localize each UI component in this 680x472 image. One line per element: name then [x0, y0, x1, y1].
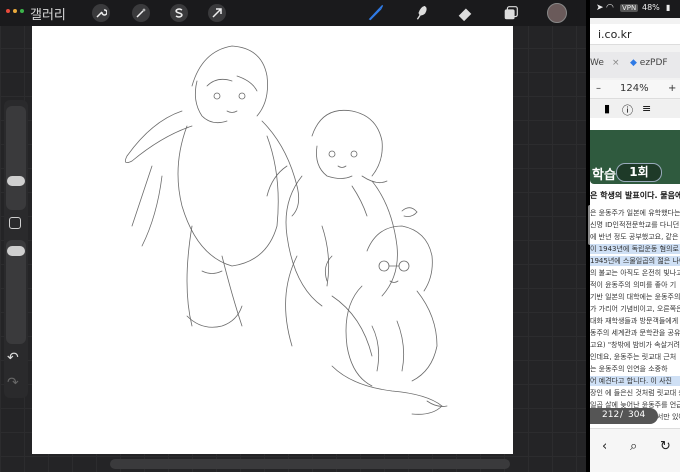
sketch-artwork: [124, 45, 448, 415]
refresh-icon[interactable]: ↻: [660, 439, 671, 454]
doc-line: 은 윤동주가 일본에 유학했다는: [590, 209, 680, 217]
text-icon[interactable]: ≡: [642, 102, 651, 115]
doc-line: 적이 윤동주의 의미를 좋아 기: [590, 281, 677, 289]
close-icon[interactable]: ×: [612, 58, 620, 72]
battery-icon: ▮: [666, 3, 671, 12]
zoom-out-button[interactable]: –: [596, 83, 601, 94]
doc-line: 인데요, 윤동주는 릿교대 근처: [590, 353, 677, 361]
wifi-icon: ◠: [606, 3, 614, 13]
lesson-badge: 1회: [616, 163, 662, 182]
opacity-knob[interactable]: [7, 246, 25, 256]
page-current: 212: [602, 410, 620, 420]
tab-we[interactable]: We: [590, 58, 604, 72]
drawing-canvas[interactable]: [32, 26, 513, 454]
redo-icon[interactable]: ↷: [7, 375, 19, 391]
opacity-slider[interactable]: [6, 240, 26, 344]
modify-button[interactable]: [9, 217, 21, 229]
dot-orange: [13, 9, 17, 13]
top-toolbar: 갤러리: [0, 0, 590, 26]
doc-line: 고요) "창밖에 밤비가 속살거려: [590, 341, 680, 349]
smudge-icon[interactable]: [410, 3, 432, 23]
bottom-navigation: ‹ ⌕ ↻: [590, 428, 680, 472]
tab-ezpdf[interactable]: ◆ ezPDF: [630, 58, 668, 72]
doc-line: 에 반년 정도 공부했고요, 같은: [590, 233, 679, 241]
eraser-icon[interactable]: [454, 3, 476, 23]
doc-line: 1945년에 스물일곱의 젊은 나이로 옥사: [590, 256, 680, 266]
search-icon[interactable]: ⌕: [630, 439, 637, 454]
zoom-in-button[interactable]: +: [668, 83, 676, 94]
multitasking-dots[interactable]: [6, 9, 24, 13]
doc-line: 가 가리어 기념비이고, 오른쪽은 교: [590, 305, 680, 313]
url-text: i.co.kr: [598, 28, 632, 41]
wrench-icon[interactable]: [92, 4, 110, 22]
browser-tabs: We × ◆ ezPDF: [590, 52, 680, 78]
book-icon[interactable]: ▮: [604, 102, 610, 115]
undo-icon[interactable]: ↶: [7, 350, 19, 366]
pdf-app-icon: ◆: [630, 58, 637, 68]
brush-size-knob[interactable]: [7, 176, 25, 186]
page-total: 304: [628, 410, 646, 420]
status-bar: ➤ ◠ VPN 48% ▮: [590, 0, 680, 18]
doc-line: 대화 재학생들과 방문객들에게: [590, 317, 679, 325]
brush-size-slider[interactable]: [6, 106, 26, 210]
transform-arrow-icon[interactable]: [208, 4, 226, 22]
vpn-badge: VPN: [620, 4, 639, 12]
tab-label: We: [590, 58, 604, 68]
info-icon[interactable]: ⓘ: [622, 102, 633, 118]
zoom-bar: – 124% +: [590, 80, 680, 99]
dot-red: [6, 9, 10, 13]
dock-bar: [110, 459, 510, 469]
side-sliders-panel: ↶ ↷: [4, 100, 28, 398]
doc-line: 신명 ID인적전문학교를 다니던 윤동주: [590, 221, 680, 229]
gallery-button[interactable]: 갤러리: [30, 4, 66, 23]
url-bar[interactable]: i.co.kr: [590, 24, 680, 45]
zoom-level: 124%: [620, 83, 649, 94]
location-icon: ➤: [596, 3, 604, 13]
layers-icon[interactable]: [500, 3, 522, 23]
back-icon[interactable]: ‹: [602, 439, 607, 454]
brush-icon[interactable]: [364, 3, 386, 23]
dot-green: [20, 9, 24, 13]
battery-percent: 48%: [642, 3, 660, 12]
doc-line: 장인 에 들은신 것처럼 릿교대 총: [590, 389, 680, 397]
question-text: 은 학생의 발표이다. 물음에 답: [590, 191, 680, 200]
pdf-browser-pane: ➤ ◠ VPN 48% ▮ i.co.kr We × ◆ ezPDF – 124…: [590, 0, 680, 472]
doc-line: 어 예견다고 합니다. 이 사진: [590, 376, 680, 386]
pdf-document[interactable]: 학습 1회 은 학생의 발표이다. 물음에 답 은 윤동주가 일본에 유학했다는…: [590, 118, 680, 428]
lesson-label: 학습: [592, 168, 616, 183]
procreate-app: 갤러리 ↶ ↷: [0, 0, 590, 472]
tab-label: ezPDF: [639, 58, 668, 68]
doc-line: 기반 일본의 대학에는 윤동주의: [590, 293, 680, 301]
pdf-toolbar: ▮ ⓘ ≡: [590, 100, 680, 118]
doc-line: 의 불교는 아직도 온전히 빛나고 있: [590, 269, 680, 277]
lesson-header: 학습 1회: [590, 130, 680, 184]
magic-wand-icon[interactable]: [132, 4, 150, 22]
page-indicator: 212 / 304: [590, 408, 658, 424]
selection-s-icon[interactable]: [170, 4, 188, 22]
page-separator: /: [620, 410, 624, 420]
doc-line: 동주의 세계관과 문학관을 공유하: [590, 329, 680, 337]
doc-line: 이 1943년에 독립운동 혐의로: [590, 244, 680, 254]
color-picker[interactable]: [547, 3, 567, 23]
doc-line: 는 윤동주의 인연을 소중하: [590, 365, 668, 373]
